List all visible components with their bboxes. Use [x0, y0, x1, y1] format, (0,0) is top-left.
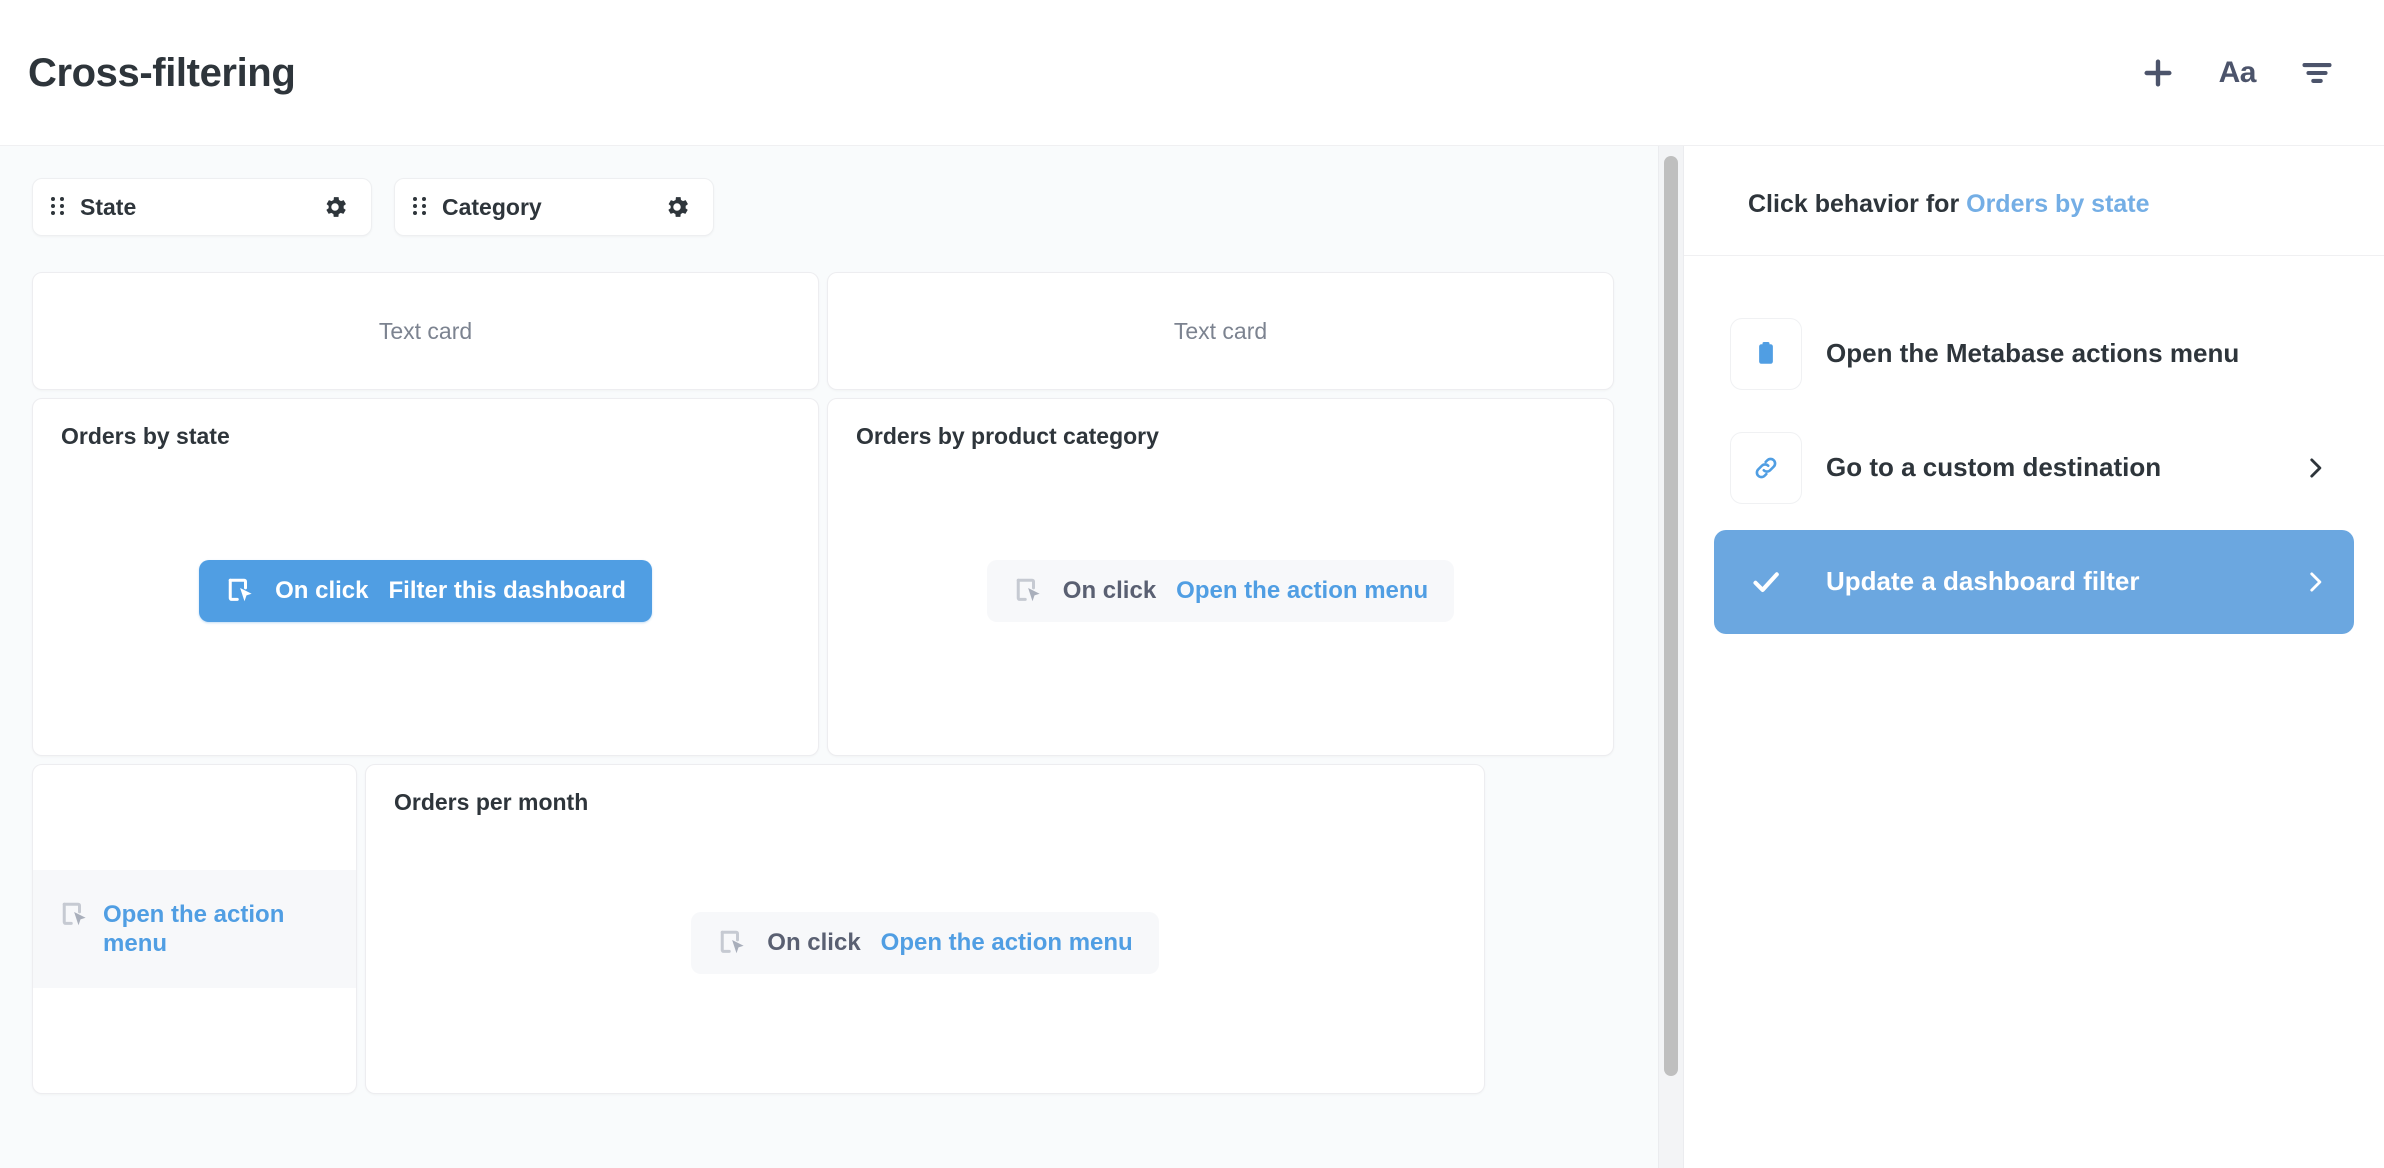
option-update-dashboard-filter[interactable]: Update a dashboard filter	[1714, 529, 2354, 634]
click-behavior-pill[interactable]: On click Open the action menu	[986, 559, 1455, 622]
click-behavior-value: Open the action menu	[103, 900, 285, 957]
grid-row: Open the action menu Orders per month On…	[32, 764, 1614, 1094]
click-behavior-pill[interactable]: On click Open the action menu	[691, 911, 1159, 974]
page-title: Cross-filtering	[28, 50, 296, 95]
click-behavior-prefix: On click	[275, 576, 369, 604]
filter-icon[interactable]	[2300, 56, 2334, 90]
text-card[interactable]: Text card	[827, 272, 1614, 390]
dashboard-card-orders-by-product-category[interactable]: Orders by product category On click Open…	[827, 398, 1614, 756]
app-root: Cross-filtering Aa State Category Text c…	[0, 0, 2384, 1168]
card-title: Orders per month	[394, 789, 589, 815]
click-behavior-value: Open the action menu	[1176, 576, 1429, 604]
filter-chip-label: State	[80, 193, 137, 220]
dashboard-card-orders-by-state[interactable]: Orders by state On click Filter this das…	[32, 398, 819, 756]
sidebar-heading: Click behavior for Orders by state	[1748, 188, 2340, 221]
sidebar-header: Click behavior for Orders by state	[1684, 146, 2384, 256]
text-card[interactable]: Text card	[32, 272, 819, 390]
grid-row: Text card Text card	[32, 272, 1614, 390]
text-card-label: Text card	[378, 317, 473, 344]
grip-icon[interactable]	[51, 197, 64, 217]
dashboard-canvas: State Category Text card Text card Order…	[0, 146, 1658, 1168]
dashboard-card-narrow[interactable]: Open the action menu	[32, 764, 357, 1094]
text-card-label: Text card	[1173, 317, 1268, 344]
actions-menu-icon	[1730, 317, 1802, 390]
option-label: Open the Metabase actions menu	[1826, 337, 2240, 368]
sidebar-heading-subject[interactable]: Orders by state	[1966, 190, 2149, 218]
sidebar-heading-prefix: Click behavior for	[1748, 190, 1967, 218]
filter-chip-category[interactable]: Category	[394, 178, 714, 236]
chevron-right-icon	[2302, 569, 2328, 595]
click-behavior-option-list: Open the Metabase actions menu Go to a c…	[1684, 256, 2384, 634]
check-icon	[1730, 546, 1802, 618]
add-icon[interactable]	[2141, 56, 2175, 90]
click-cursor-icon	[1013, 576, 1043, 606]
click-cursor-icon	[59, 900, 89, 930]
click-behavior-sidebar: Click behavior for Orders by state Open …	[1684, 146, 2384, 1168]
option-label: Update a dashboard filter	[1826, 565, 2140, 596]
scrollbar-thumb[interactable]	[1664, 156, 1678, 1076]
click-behavior-value: Open the action menu	[880, 928, 1133, 956]
text-card-icon[interactable]: Aa	[2219, 57, 2257, 88]
filter-chip-label: Category	[442, 193, 542, 220]
dashboard-card-orders-per-month[interactable]: Orders per month On click Open the actio…	[365, 764, 1485, 1094]
dashboard-scrollbar[interactable]	[1658, 146, 1684, 1168]
grid-row: Orders by state On click Filter this das…	[32, 398, 1614, 756]
click-cursor-icon	[225, 576, 255, 606]
option-label: Go to a custom destination	[1826, 451, 2162, 482]
click-behavior-value: Filter this dashboard	[388, 576, 626, 604]
option-open-actions-menu[interactable]: Open the Metabase actions menu	[1714, 302, 2354, 406]
filter-chip-state[interactable]: State	[32, 178, 372, 236]
dashboard-header: Cross-filtering Aa	[0, 0, 2384, 146]
click-cursor-icon	[717, 928, 747, 958]
click-behavior-pill[interactable]: Open the action menu	[33, 900, 293, 959]
click-behavior-pill-active[interactable]: On click Filter this dashboard	[199, 559, 652, 622]
chevron-right-icon	[2302, 455, 2328, 481]
gear-icon[interactable]	[321, 193, 349, 221]
card-title: Orders by product category	[856, 423, 1159, 449]
option-custom-destination[interactable]: Go to a custom destination	[1714, 416, 2354, 520]
card-title: Orders by state	[61, 423, 230, 449]
dashboard-body: State Category Text card Text card Order…	[0, 146, 2384, 1168]
dashboard-grid: Text card Text card Orders by state On c…	[32, 272, 1614, 1094]
header-action-group: Aa	[2141, 56, 2348, 90]
grip-icon[interactable]	[413, 197, 426, 217]
gear-icon[interactable]	[663, 193, 691, 221]
dashboard-filter-row: State Category	[32, 178, 1614, 236]
click-behavior-prefix: On click	[1062, 576, 1157, 604]
click-behavior-prefix: On click	[767, 928, 861, 956]
link-icon	[1730, 431, 1802, 504]
